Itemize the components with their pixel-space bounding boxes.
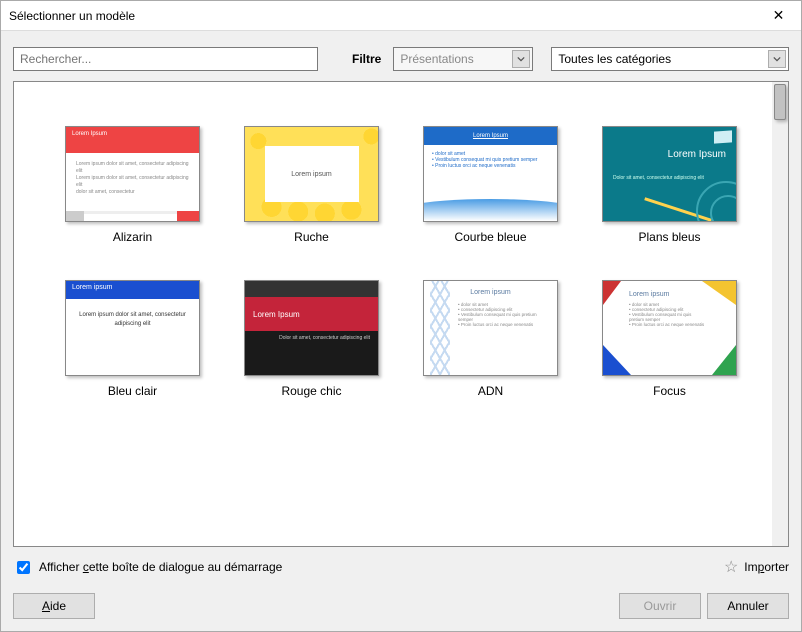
template-courbe-bleue[interactable]: Lorem Ipsum dolor sit amet Vestibulum co… (412, 126, 569, 244)
template-ruche[interactable]: Lorem ipsum Ruche (233, 126, 390, 244)
filter-application-value: Présentations (400, 52, 473, 66)
template-adn[interactable]: Lorem ipsum dolor sit amet consectetur a… (412, 280, 569, 398)
search-input[interactable] (13, 47, 318, 71)
thumb-title: Lorem Ipsum (72, 131, 107, 137)
chevron-down-icon (512, 50, 530, 68)
thumb-title: Lorem Ipsum (253, 310, 300, 319)
template-plans-bleus[interactable]: Lorem Ipsum Dolor sit amet, consectetur … (591, 126, 748, 244)
template-label: Focus (653, 384, 686, 398)
template-label: ADN (478, 384, 503, 398)
template-thumbnail: Lorem Ipsum dolor sit amet Vestibulum co… (423, 126, 558, 222)
dialog-window: Sélectionner un modèle ✕ Filtre Présenta… (0, 0, 802, 632)
template-label: Courbe bleue (454, 230, 526, 244)
template-thumbnail: Lorem ipsum Lorem ipsum dolor sit amet, … (65, 280, 200, 376)
thumb-line: Lorem ipsum dolor sit amet, consectetur … (76, 161, 189, 175)
thumb-bullet: Vestibulum consequat mi quis pretium sem… (458, 312, 547, 322)
thumb-bullet: Proin luctus orci ac neque venenatis (629, 322, 706, 327)
thumb-title: Lorem Ipsum (668, 149, 726, 160)
template-thumbnail: Lorem Ipsum Dolor sit amet, consectetur … (602, 126, 737, 222)
template-grid: Lorem Ipsum Lorem ipsum dolor sit amet, … (14, 82, 788, 418)
show-on-startup-input[interactable] (17, 561, 30, 574)
filter-row: Filtre Présentations Toutes les catégori… (1, 31, 801, 81)
thumb-line: dolor sit amet, consectetur (76, 189, 189, 196)
titlebar: Sélectionner un modèle ✕ (1, 1, 801, 31)
template-focus[interactable]: Lorem ipsum dolor sit amet consectetur a… (591, 280, 748, 398)
cancel-button[interactable]: Annuler (707, 593, 789, 619)
template-grid-area: Lorem Ipsum Lorem ipsum dolor sit amet, … (13, 81, 789, 547)
footer-row: Afficher cette boîte de dialogue au déma… (1, 555, 801, 585)
help-button[interactable]: Aide (13, 593, 95, 619)
scrollbar-vertical[interactable] (772, 82, 788, 546)
thumb-bullet: Proin luctus orci ac neque venenatis (432, 163, 549, 169)
import-label: Importer (744, 560, 789, 574)
thumb-line: Lorem ipsum dolor sit amet, consectetur … (76, 175, 189, 189)
thumb-subtitle: Dolor sit amet, consectetur adipiscing e… (253, 335, 370, 342)
thumb-title: Lorem Ipsum (473, 133, 508, 139)
thumb-title: Lorem ipsum (291, 171, 331, 178)
thumb-line: Lorem ipsum dolor sit amet, consectetur … (78, 311, 187, 329)
thumb-subtitle: Dolor sit amet, consectetur adipiscing e… (613, 175, 704, 181)
open-button[interactable]: Ouvrir (619, 593, 701, 619)
template-alizarin[interactable]: Lorem Ipsum Lorem ipsum dolor sit amet, … (54, 126, 211, 244)
close-icon: ✕ (773, 7, 785, 24)
filter-application-combo[interactable]: Présentations (393, 47, 533, 71)
thumb-bullet: Proin luctus orci ac neque venenatis (458, 322, 547, 327)
button-row: Aide Ouvrir Annuler (1, 585, 801, 631)
template-label: Ruche (294, 230, 329, 244)
show-on-startup-checkbox[interactable]: Afficher cette boîte de dialogue au déma… (13, 558, 282, 577)
template-label: Alizarin (113, 230, 152, 244)
template-label: Bleu clair (108, 384, 157, 398)
star-icon: ☆ (724, 557, 738, 577)
thumb-bullet: Vestibulum consequat mi quis pretium sem… (629, 312, 706, 322)
scrollbar-thumb[interactable] (774, 84, 786, 120)
filter-category-value: Toutes les catégories (558, 52, 671, 66)
filter-category-combo[interactable]: Toutes les catégories (551, 47, 789, 71)
template-thumbnail: Lorem Ipsum Lorem ipsum dolor sit amet, … (65, 126, 200, 222)
template-rouge-chic[interactable]: Lorem Ipsum Dolor sit amet, consectetur … (233, 280, 390, 398)
template-label: Rouge chic (281, 384, 341, 398)
close-button[interactable]: ✕ (756, 1, 801, 31)
template-thumbnail: Lorem ipsum (244, 126, 379, 222)
filter-label: Filtre (352, 52, 381, 66)
template-label: Plans bleus (638, 230, 700, 244)
template-bleu-clair[interactable]: Lorem ipsum Lorem ipsum dolor sit amet, … (54, 280, 211, 398)
chevron-down-icon (768, 50, 786, 68)
import-button[interactable]: ☆ Importer (724, 557, 789, 577)
window-title: Sélectionner un modèle (9, 9, 135, 23)
template-thumbnail: Lorem ipsum dolor sit amet consectetur a… (602, 280, 737, 376)
thumb-title: Lorem ipsum (72, 284, 112, 291)
template-thumbnail: Lorem ipsum dolor sit amet consectetur a… (423, 280, 558, 376)
show-on-startup-label: Afficher cette boîte de dialogue au déma… (39, 560, 282, 574)
template-thumbnail: Lorem Ipsum Dolor sit amet, consectetur … (244, 280, 379, 376)
